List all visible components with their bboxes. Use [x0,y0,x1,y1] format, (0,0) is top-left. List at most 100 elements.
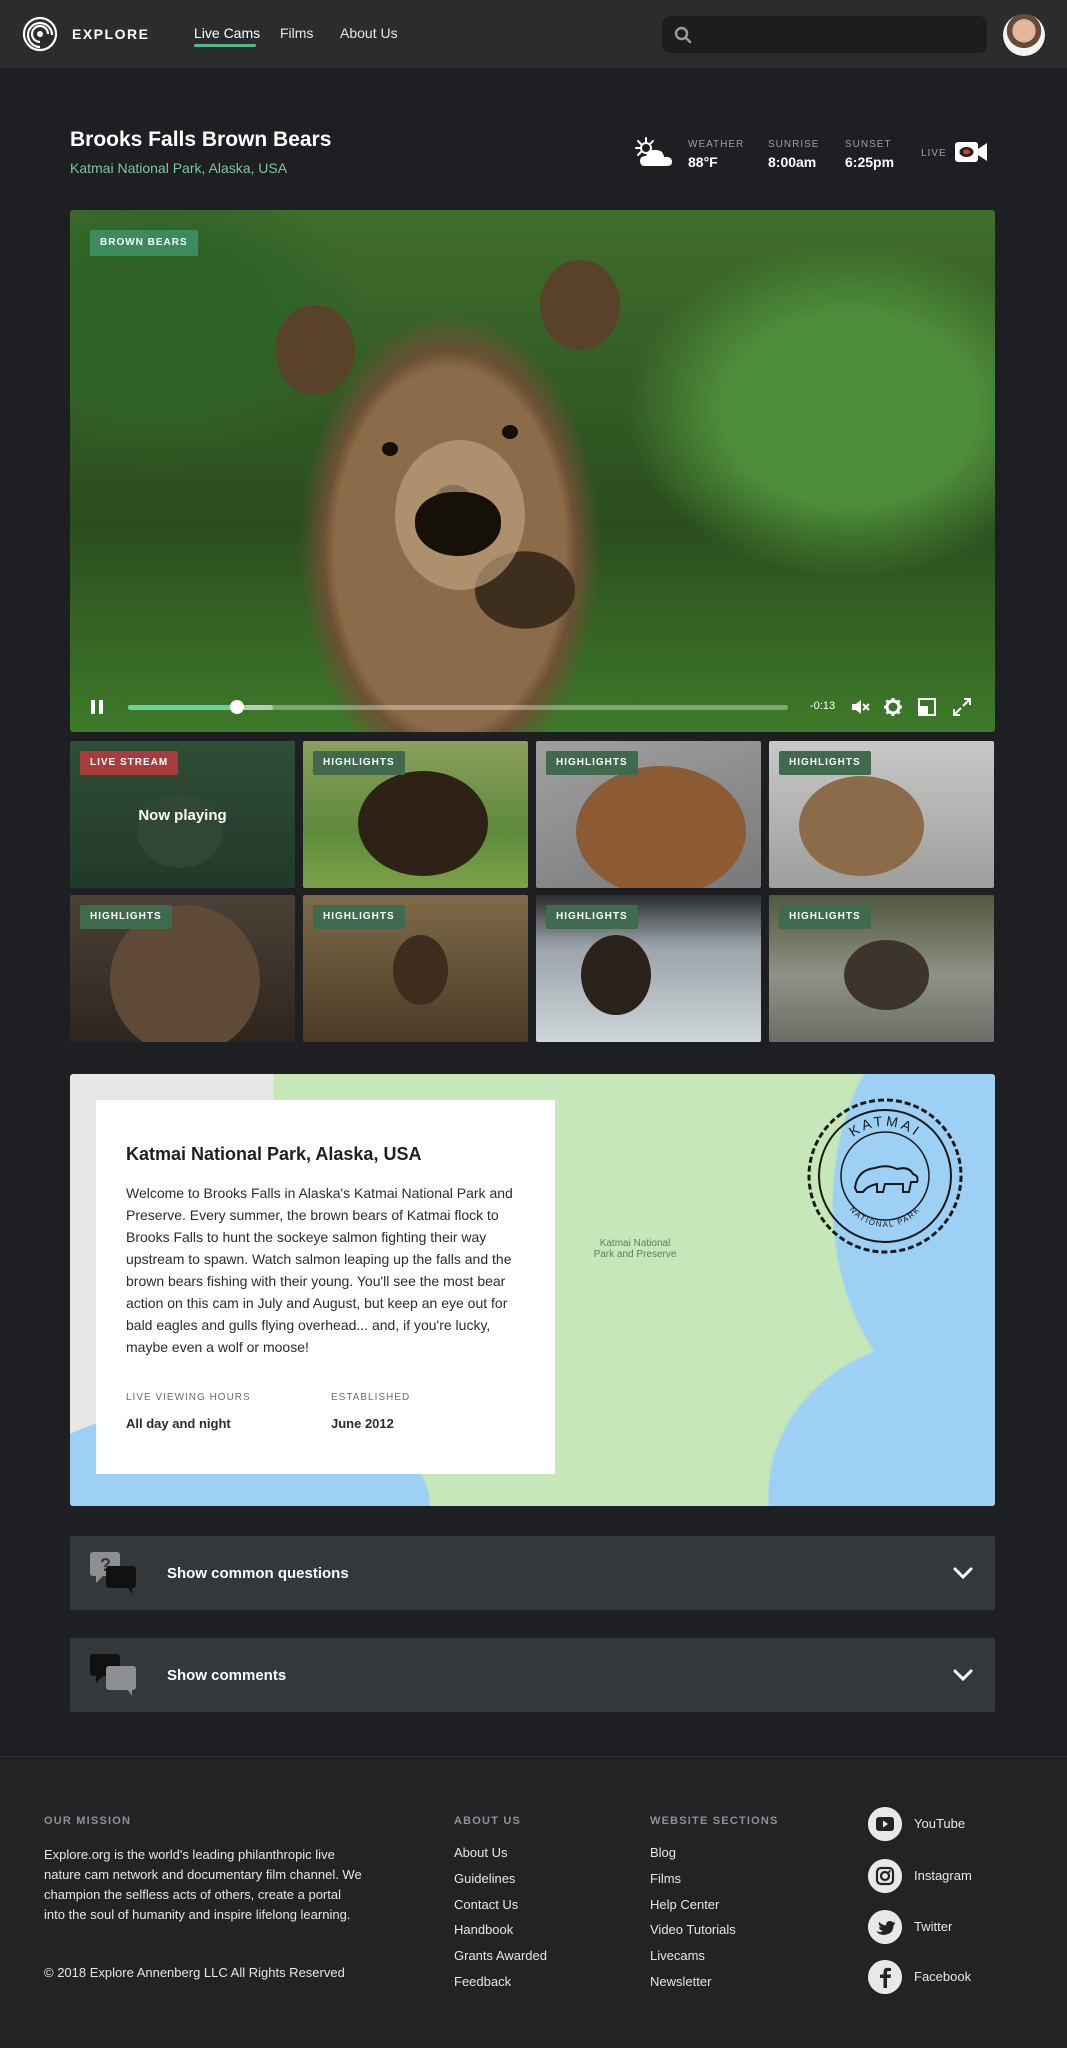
mission-text: Explore.org is the world's leading phila… [44,1847,362,1922]
common-questions-accordion[interactable]: ? Show common questions [70,1536,995,1610]
thumbnail-highlight-2[interactable]: HIGHLIGHTS [536,741,761,888]
video-scrub-handle[interactable] [229,700,244,714]
thumbnail-live-stream[interactable]: LIVE STREAM Now playing [70,741,295,888]
top-navigation-bar: EXPLORE Live Cams Films About Us [0,0,1067,68]
footer-link-guidelines[interactable]: Guidelines [454,1871,515,1886]
highlights-badge: HIGHLIGHTS [546,751,638,775]
sunrise-label: SUNRISE [768,139,820,150]
nav-films[interactable]: Films [280,25,313,41]
thumbnail-highlight-4[interactable]: HIGHLIGHTS [70,895,295,1042]
footer-link-help-center[interactable]: Help Center [650,1897,719,1912]
youtube-icon[interactable] [868,1807,902,1841]
bear-eye-left [382,442,398,456]
thumbnail-bear-image [844,940,929,1010]
page-title: Brooks Falls Brown Bears [70,128,332,151]
highlights-badge: HIGHLIGHTS [779,905,871,929]
sunrise-value: 8:00am [768,154,817,170]
partly-cloudy-icon [635,137,672,166]
comments-label: Show comments [167,1667,287,1684]
thumbnail-highlight-1[interactable]: HIGHLIGHTS [303,741,528,888]
sunset-label: SUNSET [845,139,892,150]
highlights-badge: HIGHLIGHTS [313,751,405,775]
chevron-down-icon[interactable] [953,1563,973,1583]
sunset-value: 6:25pm [845,154,895,170]
copyright-text: © 2018 Explore Annenberg LLC All Rights … [44,1965,345,1980]
mission-heading: OUR MISSION [44,1815,132,1827]
nav-live-cams[interactable]: Live Cams [194,25,260,41]
footer-link-films[interactable]: Films [650,1871,681,1886]
thumbnail-bear-image [358,771,488,876]
footer-link-handbook[interactable]: Handbook [454,1922,513,1937]
mute-icon[interactable] [850,697,870,717]
footer-link-contact-us[interactable]: Contact Us [454,1897,518,1912]
social-label-twitter[interactable]: Twitter [914,1919,952,1934]
park-map[interactable]: Katmai National Park and Preserve KATMAI… [70,1074,995,1506]
park-info-description: Welcome to Brooks Falls in Alaska's Katm… [126,1185,513,1355]
map-water-area [870,1374,995,1506]
thumbnail-highlight-5[interactable]: HIGHLIGHTS [303,895,528,1042]
thumbnail-highlight-6[interactable]: HIGHLIGHTS [536,895,761,1042]
social-label-facebook[interactable]: Facebook [914,1969,971,1984]
picture-in-picture-icon[interactable] [917,697,937,717]
comments-accordion[interactable]: Show comments [70,1638,995,1712]
highlights-badge: HIGHLIGHTS [779,751,871,775]
highlights-badge: HIGHLIGHTS [313,905,405,929]
about-heading: ABOUT US [454,1815,522,1827]
bear-ear-left [275,305,355,395]
active-nav-indicator [194,44,256,47]
comments-chat-icon [90,1654,136,1696]
twitter-icon[interactable] [868,1910,902,1944]
pause-icon[interactable] [90,699,104,715]
footer-link-feedback[interactable]: Feedback [454,1974,511,1989]
cam-location[interactable]: Katmai National Park, Alaska, USA [70,160,287,176]
footer-link-livecams[interactable]: Livecams [650,1948,705,1963]
footer-link-video-tutorials[interactable]: Video Tutorials [650,1922,736,1937]
thumbnail-bear-image [799,776,924,876]
social-label-youtube[interactable]: YouTube [914,1816,965,1831]
viewing-hours-label: LIVE VIEWING HOURS [126,1392,251,1403]
chevron-down-icon[interactable] [953,1665,973,1685]
time-remaining: -0:13 [810,700,836,712]
highlights-badge: HIGHLIGHTS [546,905,638,929]
thumbnail-highlight-7[interactable]: HIGHLIGHTS [769,895,994,1042]
user-avatar[interactable] [1003,14,1045,56]
live-label: LIVE [921,148,947,159]
settings-gear-icon[interactable] [883,697,903,717]
sunrise-stat: SUNRISE 8:00am [768,139,819,170]
weather-value: 88°F [688,154,718,170]
video-progress-bar[interactable] [128,700,788,714]
thumbnail-highlight-3[interactable]: HIGHLIGHTS [769,741,994,888]
weather-label: WEATHER [688,139,745,150]
explore-logo-icon[interactable] [22,16,58,52]
bear-nose [415,492,501,556]
bear-ear-right [540,260,620,350]
instagram-icon[interactable] [868,1859,902,1893]
footer-link-newsletter[interactable]: Newsletter [650,1974,711,1989]
thumbnail-bear-image [576,766,746,888]
footer-link-blog[interactable]: Blog [650,1845,676,1860]
park-info-card: Katmai National Park, Alaska, USA Welcom… [96,1100,555,1474]
thumbnail-bear-image [581,935,651,1015]
established-label: ESTABLISHED [331,1392,411,1403]
park-info-title: Katmai National Park, Alaska, USA [126,1144,422,1164]
sections-heading: WEBSITE SECTIONS [650,1815,779,1827]
site-footer: OUR MISSION Explore.org is the world's l… [0,1756,1067,2048]
fullscreen-icon[interactable] [952,697,972,717]
video-player[interactable]: BROWN BEARS -0:13 [70,210,995,732]
map-park-label: Katmai National Park and Preserve [593,1238,677,1260]
established-value: June 2012 [331,1416,394,1431]
live-stream-badge: LIVE STREAM [80,751,179,775]
common-questions-label: Show common questions [167,1565,349,1582]
live-camera-icon[interactable] [955,140,987,164]
katmai-park-seal-icon: KATMAI NATIONAL PARK [807,1098,963,1254]
search-icon[interactable] [674,26,692,44]
logo-text[interactable]: EXPLORE [72,26,149,42]
viewing-hours-value: All day and night [126,1416,231,1431]
search-input[interactable] [662,16,987,53]
facebook-icon[interactable] [868,1960,902,1994]
social-label-instagram[interactable]: Instagram [914,1868,972,1883]
footer-link-grants-awarded[interactable]: Grants Awarded [454,1948,547,1963]
video-category-tag[interactable]: BROWN BEARS [90,230,198,256]
nav-about-us[interactable]: About Us [340,25,398,41]
footer-link-about-us[interactable]: About Us [454,1845,507,1860]
